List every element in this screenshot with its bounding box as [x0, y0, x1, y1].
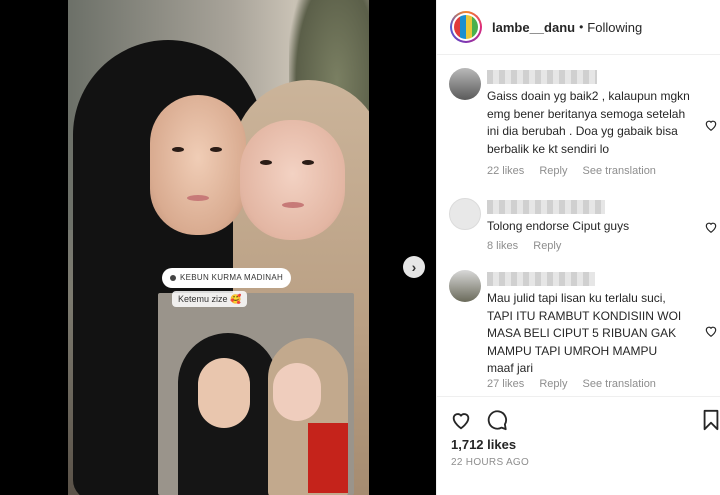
- photo-face-left: [150, 95, 246, 235]
- story-inset: KEBUN KURMA MADINAH Ketemu zize 🥰: [158, 268, 354, 495]
- story-caption: Ketemu zize 🥰: [172, 291, 248, 307]
- avatar[interactable]: [450, 11, 482, 43]
- reply-link[interactable]: Reply: [539, 378, 567, 390]
- comments-list: Gaiss doain yg baik2 , kalaupun mgkn emg…: [437, 56, 720, 396]
- commenter-avatar[interactable]: [449, 198, 481, 230]
- reply-link[interactable]: Reply: [539, 165, 567, 177]
- bookmark-icon[interactable]: [700, 409, 720, 431]
- comment-item: Tolong endorse Ciput guys 8 likes Reply: [449, 198, 717, 258]
- reply-link[interactable]: Reply: [533, 240, 561, 252]
- post-sidebar: lambe__danu • Following Gaiss doain yg b…: [436, 0, 720, 495]
- see-translation-link[interactable]: See translation: [583, 378, 656, 390]
- likes-count[interactable]: 1,712 likes: [451, 437, 516, 452]
- comment-bubble-icon[interactable]: [486, 409, 508, 431]
- separator-dot: •: [579, 20, 584, 34]
- see-translation-link[interactable]: See translation: [583, 165, 656, 177]
- commenter-name-redacted: [487, 272, 595, 286]
- comment-meta: 22 likes Reply See translation: [487, 165, 668, 177]
- heart-icon[interactable]: [704, 118, 718, 132]
- post-timestamp[interactable]: 22 HOURS AGO: [451, 457, 529, 468]
- comment-item: Mau julid tapi lisan ku terlalu suci, TA…: [449, 270, 717, 395]
- comment-likes[interactable]: 27 likes: [487, 378, 524, 390]
- commenter-avatar[interactable]: [449, 68, 481, 100]
- media-viewer: KEBUN KURMA MADINAH Ketemu zize 🥰 ›: [0, 0, 436, 495]
- username-link[interactable]: lambe__danu: [492, 20, 575, 35]
- heart-icon[interactable]: [704, 324, 718, 338]
- comment-meta: 27 likes Reply See translation: [487, 378, 668, 390]
- post-actions: 1,712 likes 22 HOURS AGO: [437, 396, 720, 495]
- comment-likes[interactable]: 8 likes: [487, 240, 518, 252]
- comment-text: Mau julid tapi lisan ku terlalu suci, TA…: [487, 291, 682, 375]
- comment-item: Gaiss doain yg baik2 , kalaupun mgkn emg…: [449, 68, 717, 188]
- comment-text: Gaiss doain yg baik2 , kalaupun mgkn emg…: [487, 89, 690, 156]
- heart-icon[interactable]: [450, 409, 472, 431]
- post-header: lambe__danu • Following: [437, 0, 720, 55]
- following-button[interactable]: Following: [587, 20, 642, 35]
- heart-icon[interactable]: [704, 220, 718, 234]
- location-pin-icon: [170, 274, 176, 281]
- comment-likes[interactable]: 22 likes: [487, 165, 524, 177]
- commenter-avatar[interactable]: [449, 270, 481, 302]
- chevron-right-icon[interactable]: ›: [403, 256, 425, 278]
- comment-meta: 8 likes Reply: [487, 240, 573, 252]
- photo-face-right: [240, 120, 345, 240]
- location-sticker: KEBUN KURMA MADINAH: [162, 268, 292, 288]
- commenter-name-redacted: [487, 200, 605, 214]
- comment-text: Tolong endorse Ciput guys: [487, 219, 630, 233]
- post-photo[interactable]: KEBUN KURMA MADINAH Ketemu zize 🥰: [68, 0, 369, 495]
- commenter-name-redacted: [487, 70, 597, 84]
- inset-photo: [158, 293, 354, 495]
